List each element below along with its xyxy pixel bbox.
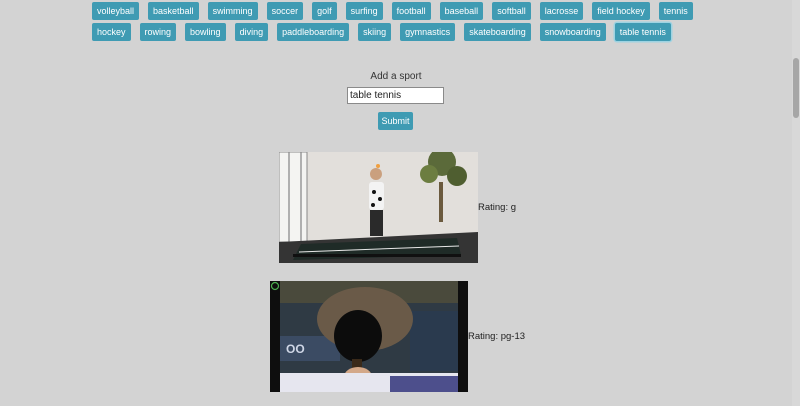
page-scrollbar[interactable]	[792, 0, 800, 406]
submit-button[interactable]: Submit	[378, 112, 413, 130]
sport-buttons-row-2: hockey rowing bowling diving paddleboarding s…	[92, 23, 680, 41]
sport-button-table-tennis[interactable]: table tennis	[614, 23, 671, 41]
sport-button-softball[interactable]: softball	[492, 2, 531, 20]
sport-button-soccer[interactable]: soccer	[266, 2, 304, 20]
sport-gif-1	[279, 152, 478, 263]
sport-button-diving[interactable]: diving	[234, 23, 269, 41]
sport-buttons-row-1: volleyball basketball swimming soccer golf su…	[92, 2, 702, 20]
sport-button-snowboarding[interactable]: snowboarding	[539, 23, 606, 41]
sport-button-paddleboarding[interactable]: paddleboarding	[277, 23, 350, 41]
sport-button-skiing[interactable]: skiing	[358, 23, 392, 41]
svg-text:OO: OO	[286, 342, 305, 356]
sport-button-basketball[interactable]: basketball	[148, 2, 199, 20]
rating-text-1: Rating: g	[478, 202, 517, 213]
scrollbar-thumb[interactable]	[793, 58, 799, 118]
sport-input[interactable]	[347, 87, 444, 104]
sport-button-football[interactable]: football	[391, 2, 431, 20]
sport-button-swimming[interactable]: swimming	[207, 2, 258, 20]
sport-button-lacrosse[interactable]: lacrosse	[539, 2, 584, 20]
sport-button-skateboarding[interactable]: skateboarding	[464, 23, 531, 41]
add-sport-label: Add a sport	[370, 71, 422, 82]
sport-button-hockey[interactable]: hockey	[92, 23, 131, 41]
sport-button-field-hockey[interactable]: field hockey	[592, 2, 650, 20]
rating-text-2: Rating: pg-13	[468, 331, 526, 342]
table-tennis-gif-image	[279, 152, 478, 263]
sport-button-baseball[interactable]: baseball	[439, 2, 484, 20]
sport-button-golf[interactable]: golf	[312, 2, 337, 20]
sport-button-bowling[interactable]: bowling	[185, 23, 226, 41]
sport-button-tennis[interactable]: tennis	[658, 2, 693, 20]
sport-button-gymnastics[interactable]: gymnastics	[400, 23, 456, 41]
sport-button-rowing[interactable]: rowing	[139, 23, 177, 41]
sport-button-surfing[interactable]: surfing	[345, 2, 383, 20]
sport-gif-2: OO	[270, 281, 468, 392]
paddle-gif-image: OO	[270, 281, 468, 392]
sport-button-volleyball[interactable]: volleyball	[92, 2, 140, 20]
